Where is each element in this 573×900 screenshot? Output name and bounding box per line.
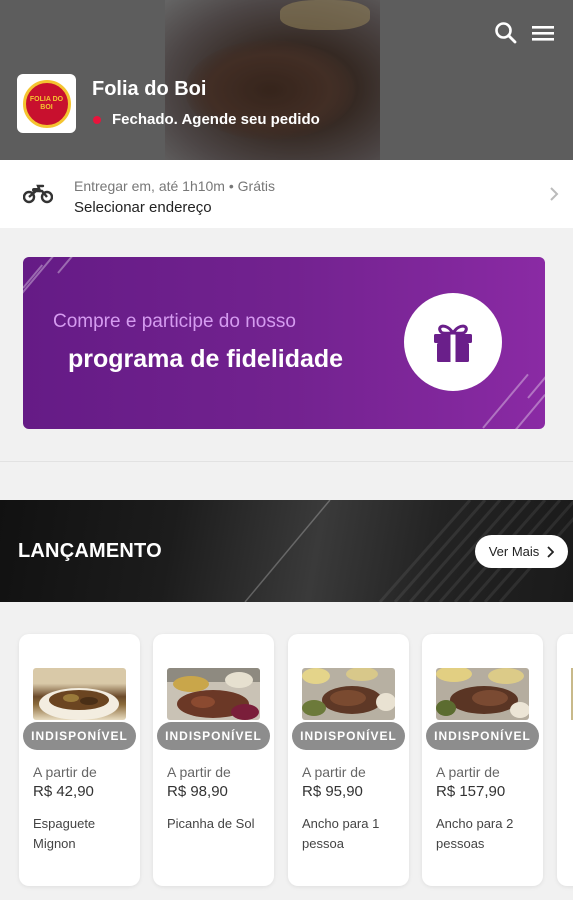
product-price: R$ 42,90 (33, 783, 94, 800)
price-prefix: A partir de (33, 764, 97, 780)
see-more-label: Ver Mais (488, 544, 540, 559)
unavailable-badge: INDISPONÍVEL (23, 722, 136, 750)
store-status: Fechado. Agende seu pedido (93, 111, 320, 128)
chevron-right-icon (547, 545, 555, 558)
product-name: Espaguete Mignon (33, 816, 96, 851)
chevron-right-icon[interactable] (549, 186, 559, 207)
store-header (0, 0, 573, 160)
gift-icon (404, 293, 502, 391)
product-name: Ancho para 1 pessoa (302, 816, 380, 851)
product-card[interactable]: INDISPONÍVEL A partir de R$ 95,90 Ancho … (288, 634, 409, 886)
store-logo: FOLIA DO BOI (17, 74, 76, 133)
search-icon[interactable] (493, 20, 519, 46)
price-prefix: A partir de (167, 764, 231, 780)
product-image (302, 668, 395, 720)
unavailable-badge: INDISPONÍVEL (292, 722, 405, 750)
status-text: Fechado. Agende seu pedido (112, 111, 320, 128)
select-address-label[interactable]: Selecionar endereço (74, 199, 212, 216)
menu-icon[interactable] (530, 20, 556, 46)
product-name: Ancho para 2 pessoas (436, 816, 514, 851)
loyalty-subtitle: Compre e participe do nosso (53, 311, 296, 332)
product-name: Picanha de Sol (167, 816, 255, 831)
price-prefix: A partir de (436, 764, 500, 780)
launch-section-title: LANÇAMENTO (18, 540, 162, 562)
store-name: Folia do Boi (92, 78, 207, 100)
product-image (436, 668, 529, 720)
see-more-button[interactable]: Ver Mais (475, 535, 568, 568)
product-card[interactable]: INDISPONÍVEL A partir de R$ 98,90 Picanh… (153, 634, 274, 886)
unavailable-badge: INDISPONÍVEL (157, 722, 270, 750)
product-image (33, 668, 126, 720)
product-price: R$ 98,90 (167, 783, 228, 800)
unavailable-badge: INDISPONÍVEL (426, 722, 539, 750)
price-prefix: A partir de (302, 764, 366, 780)
delivery-info: Entregar em, até 1h10m • Grátis (74, 178, 275, 194)
product-image (167, 668, 260, 720)
logo-wordmark: FOLIA DO BOI (29, 95, 64, 111)
status-dot-icon (93, 115, 101, 124)
product-card[interactable]: INDISPONÍVEL A partir de R$ 42,90 Espagu… (19, 634, 140, 886)
product-card-partial[interactable] (557, 634, 573, 886)
product-card[interactable]: INDISPONÍVEL A partir de R$ 157,90 Ancho… (422, 634, 543, 886)
section-divider (0, 461, 573, 462)
product-price: R$ 95,90 (302, 783, 363, 800)
product-price: R$ 157,90 (436, 783, 506, 800)
delivery-address-bar[interactable] (0, 160, 573, 228)
loyalty-title: programa de fidelidade (68, 345, 344, 373)
motorcycle-icon (22, 182, 54, 209)
